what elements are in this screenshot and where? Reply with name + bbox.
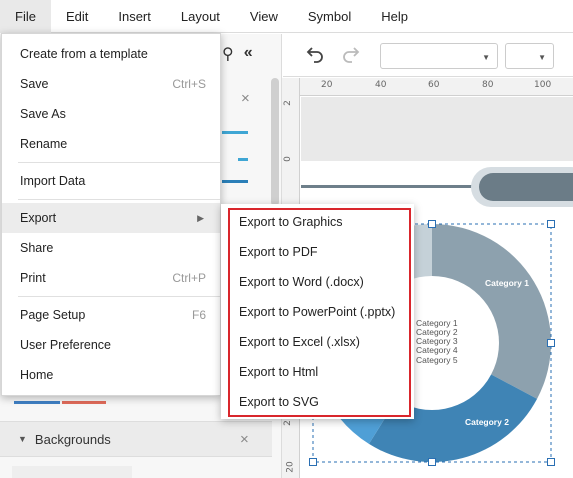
menu-item-label: Save	[20, 77, 49, 91]
menubar: File Edit Insert Layout View Symbol Help	[0, 0, 573, 33]
format-toolbar: ▼ ▼	[283, 34, 573, 77]
resize-handle[interactable]	[428, 220, 436, 228]
menu-item-label: Save As	[20, 107, 66, 121]
export-submenu: Export to Graphics Export to PDF Export …	[221, 204, 414, 419]
menu-insert[interactable]: Insert	[103, 0, 166, 33]
ruler-label: 2	[282, 420, 293, 426]
menu-item-label: Home	[20, 368, 54, 382]
left-toolbar: ⚲ «	[222, 44, 253, 64]
ruler-label: 40	[375, 80, 387, 90]
menu-item-label: Print	[20, 271, 46, 285]
ruler-top: 20 40 60 80 100	[300, 78, 573, 96]
shortcut-label: F6	[191, 308, 206, 322]
shortcut-label: Ctrl+S	[172, 77, 206, 91]
menu-item-label: Export	[20, 211, 57, 225]
menu-create-from-template[interactable]: Create from a template	[2, 39, 220, 69]
background-thumbnails	[12, 466, 132, 478]
chevron-down-icon: ▼	[538, 53, 546, 62]
export-to-graphics[interactable]: Export to Graphics	[221, 207, 414, 237]
chevron-down-icon: ▼	[482, 53, 490, 62]
menu-edit[interactable]: Edit	[51, 0, 103, 33]
ruler-label: 20	[285, 461, 296, 473]
legend-item: Category 5	[416, 355, 458, 365]
slice-label: Category 2	[465, 417, 509, 427]
ruler-label: 2	[282, 100, 293, 106]
ruler-label: 20	[321, 80, 333, 90]
menu-item-label: Create from a template	[20, 47, 148, 61]
library-line	[222, 131, 248, 134]
search-icon[interactable]: ⚲	[222, 44, 234, 64]
resize-handle[interactable]	[428, 458, 436, 466]
menu-home[interactable]: Home	[2, 360, 220, 390]
legend-item: Category 4	[416, 345, 458, 355]
export-to-powerpoint[interactable]: Export to PowerPoint (.pptx)	[221, 297, 414, 327]
menu-save[interactable]: Save Ctrl+S	[2, 69, 220, 99]
ruler-label: 80	[482, 80, 494, 90]
resize-handle[interactable]	[547, 339, 555, 347]
menu-user-preference[interactable]: User Preference	[2, 330, 220, 360]
menu-file[interactable]: File	[0, 0, 51, 33]
menu-item-label: Page Setup	[20, 308, 86, 322]
chart-legend: Category 1 Category 2 Category 3 Categor…	[416, 318, 458, 365]
resize-handle[interactable]	[309, 458, 317, 466]
font-size-select[interactable]: ▼	[505, 43, 554, 69]
menu-help[interactable]: Help	[366, 0, 423, 33]
export-to-pdf[interactable]: Export to PDF	[221, 237, 414, 267]
menu-item-label: Rename	[20, 137, 68, 151]
library-line	[222, 180, 248, 183]
menu-separator	[18, 199, 220, 200]
menu-rename[interactable]: Rename	[2, 129, 220, 159]
slice-label: Category 1	[485, 278, 529, 288]
close-icon[interactable]: ×	[240, 431, 249, 448]
shortcut-label: Ctrl+P	[172, 271, 206, 285]
backgrounds-title: Backgrounds	[34, 431, 111, 447]
menu-separator	[18, 296, 220, 297]
redo-icon[interactable]	[341, 44, 361, 64]
menu-item-label: User Preference	[20, 338, 112, 352]
export-to-word[interactable]: Export to Word (.docx)	[221, 267, 414, 297]
menu-symbol[interactable]: Symbol	[293, 0, 366, 33]
ruler-label: 100	[534, 80, 552, 90]
export-to-svg[interactable]: Export to SVG	[221, 387, 414, 417]
expand-triangle-icon: ▼	[18, 434, 27, 444]
menu-import-data[interactable]: Import Data	[2, 166, 220, 196]
menu-save-as[interactable]: Save As	[2, 99, 220, 129]
menu-print[interactable]: Print Ctrl+P	[2, 263, 220, 293]
swatch-row	[14, 401, 106, 404]
collapse-panel-icon[interactable]: «	[244, 44, 253, 64]
menu-item-label: Import Data	[20, 174, 86, 188]
menu-layout[interactable]: Layout	[166, 0, 235, 33]
menu-share[interactable]: Share	[2, 233, 220, 263]
menu-export[interactable]: Export ▶	[2, 203, 220, 233]
resize-handle[interactable]	[547, 220, 555, 228]
export-to-excel[interactable]: Export to Excel (.xlsx)	[221, 327, 414, 357]
ruler-label: 60	[428, 80, 440, 90]
font-select[interactable]: ▼	[380, 43, 498, 69]
library-line	[238, 158, 248, 161]
menu-separator	[18, 162, 220, 163]
menu-view[interactable]: View	[235, 0, 293, 33]
menu-page-setup[interactable]: Page Setup F6	[2, 300, 220, 330]
export-to-html[interactable]: Export to Html	[221, 357, 414, 387]
ruler-label: 0	[282, 156, 293, 162]
scrollbar[interactable]	[271, 78, 279, 206]
file-menu: Create from a template Save Ctrl+S Save …	[1, 33, 221, 396]
resize-handle[interactable]	[547, 458, 555, 466]
close-icon[interactable]: ×	[241, 90, 250, 107]
backgrounds-section-header[interactable]: ▼ Backgrounds ×	[0, 421, 272, 457]
menu-item-label: Share	[20, 241, 54, 255]
submenu-arrow-icon: ▶	[197, 213, 204, 223]
undo-icon[interactable]	[305, 44, 325, 64]
